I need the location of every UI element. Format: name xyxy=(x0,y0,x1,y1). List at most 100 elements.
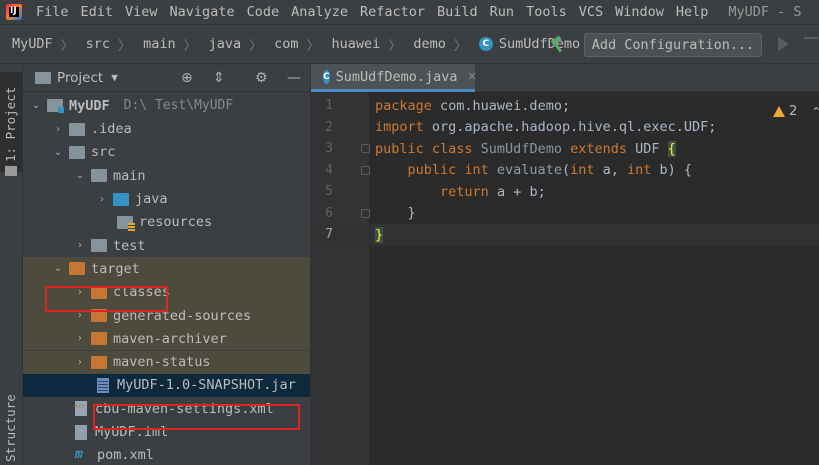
chevron-down-icon[interactable]: ▼ xyxy=(111,71,118,84)
resources-folder-icon xyxy=(117,215,135,231)
code-line[interactable]: 7} xyxy=(311,224,819,246)
collapse-all-icon[interactable]: ⇕ xyxy=(213,70,225,86)
chevron-right-icon: 〉 xyxy=(249,38,263,54)
chevron-down-icon[interactable]: ⌄ xyxy=(29,99,43,113)
tree-item-label: pom.xml xyxy=(97,447,154,464)
breadcrumb-huawei[interactable]: huawei 〉 xyxy=(320,35,402,54)
chevron-right-icon: 〉 xyxy=(60,38,74,54)
editor-tab-bar: C SumUdfDemo.java ✕ xyxy=(311,64,819,92)
chevron-right-icon[interactable]: › xyxy=(73,332,87,346)
breadcrumb-myudf[interactable]: MyUDF 〉 xyxy=(0,35,74,54)
chevron-right-icon[interactable]: › xyxy=(73,239,87,253)
tree-item-target[interactable]: ⌄ target xyxy=(23,257,310,281)
menu-file[interactable]: File xyxy=(30,4,75,20)
menu-build[interactable]: Build xyxy=(431,4,484,20)
tree-item-iml[interactable]: MyUDF.iml xyxy=(23,420,310,443)
project-tool-window-button[interactable]: 1: Project xyxy=(0,72,23,176)
tab-sumudfdemo[interactable]: C SumUdfDemo.java ✕ xyxy=(311,64,477,92)
code-line[interactable]: 2 import org.apache.hadoop.hive.ql.exec.U… xyxy=(311,117,819,139)
tree-item-label: java xyxy=(135,191,168,208)
project-icon xyxy=(35,71,51,84)
code-text: public class SumUdfDemo extends UDF { xyxy=(375,140,676,157)
menu-window[interactable]: Window xyxy=(609,4,670,20)
code-line[interactable]: 3 public class SumUdfDemo extends UDF { xyxy=(311,138,819,160)
menu-analyze[interactable]: Analyze xyxy=(285,4,354,20)
chevron-down-icon[interactable]: ⌄ xyxy=(73,169,87,183)
gear-icon[interactable]: ⚙ xyxy=(255,70,268,86)
excluded-folder-icon xyxy=(91,332,107,346)
breadcrumb-demo[interactable]: demo 〉 xyxy=(401,35,467,54)
build-hammer-icon[interactable] xyxy=(548,34,568,54)
fold-marker-icon[interactable] xyxy=(361,208,370,218)
breadcrumb-java[interactable]: java 〉 xyxy=(197,35,263,54)
tree-item-maven-status[interactable]: › maven-status xyxy=(23,350,310,374)
menu-navigate[interactable]: Navigate xyxy=(164,4,241,20)
tree-item-idea[interactable]: › .idea xyxy=(23,118,310,141)
tree-item-maven-archiver[interactable]: › maven-archiver xyxy=(23,327,310,351)
menu-code[interactable]: Code xyxy=(241,4,286,20)
breadcrumb-src[interactable]: src 〉 xyxy=(74,35,131,54)
tree-item-generated-sources[interactable]: › generated-sources xyxy=(23,303,310,328)
tree-item-label: test xyxy=(113,237,146,254)
chevron-down-icon[interactable]: ⌄ xyxy=(51,262,65,276)
tree-item-cbu-settings[interactable]: cbu-maven-settings.xml xyxy=(23,397,310,420)
tree-item-java[interactable]: › java xyxy=(23,187,310,210)
menu-run[interactable]: Run xyxy=(484,4,520,20)
fold-marker-icon[interactable] xyxy=(361,165,370,175)
tree-item-resources[interactable]: resources xyxy=(23,211,310,234)
tree-item-root[interactable]: ⌄ MyUDF D:\ Test\MyUDF xyxy=(23,94,310,117)
line-number: 1 xyxy=(325,98,333,114)
menu-bar: IJ File Edit View Navigate Code Analyze … xyxy=(0,0,819,24)
chevron-right-icon[interactable]: › xyxy=(51,122,65,136)
code-line[interactable]: 1 package com.huawei.demo; xyxy=(311,95,819,117)
code-line[interactable]: 6 } xyxy=(311,203,819,225)
run-icon[interactable] xyxy=(778,37,789,51)
excluded-folder-icon xyxy=(91,285,107,299)
tree-item-label: cbu-maven-settings.xml xyxy=(95,400,274,417)
code-text: } xyxy=(375,205,416,222)
tree-item-label: MyUDF.iml xyxy=(95,424,169,441)
chevron-right-icon[interactable]: › xyxy=(73,285,87,299)
structure-tool-window-button[interactable]: Structure xyxy=(0,384,23,464)
breadcrumb-com[interactable]: com 〉 xyxy=(262,35,319,54)
tree-item-label: generated-sources xyxy=(113,307,252,324)
chevron-down-icon[interactable]: ⌄ xyxy=(51,145,65,159)
chevron-right-icon: 〉 xyxy=(306,38,320,54)
locate-crosshair-icon[interactable]: ⊕ xyxy=(181,70,193,86)
tree-item-src[interactable]: ⌄ src xyxy=(23,141,310,164)
code-editor: C SumUdfDemo.java ✕ 1 package com.huawei.… xyxy=(311,64,819,465)
tree-item-classes[interactable]: › classes xyxy=(23,280,310,304)
jar-file-icon xyxy=(97,377,109,393)
minimize-icon[interactable]: — xyxy=(287,70,301,86)
menu-view[interactable]: View xyxy=(119,4,164,20)
panel-title[interactable]: Project xyxy=(57,70,103,86)
chevron-up-icon[interactable]: ⌃ xyxy=(811,105,819,119)
chevron-right-icon[interactable]: › xyxy=(73,355,87,369)
warning-icon xyxy=(773,106,785,117)
tree-item-label: main xyxy=(113,167,146,184)
tree-item-main[interactable]: ⌄ main xyxy=(23,164,310,187)
inspection-widget[interactable]: 2 ⌃ xyxy=(773,104,819,119)
code-text: } xyxy=(375,226,384,243)
debug-icon[interactable] xyxy=(804,37,818,51)
left-tool-strip: 1: Project Structure xyxy=(0,64,23,465)
chevron-right-icon[interactable]: › xyxy=(95,192,109,206)
chevron-right-icon[interactable]: › xyxy=(73,309,87,323)
fold-marker-icon[interactable] xyxy=(361,144,370,153)
tree-item-test[interactable]: › test xyxy=(23,234,310,257)
breadcrumb-main[interactable]: main 〉 xyxy=(131,35,197,54)
code-line[interactable]: 5 return a + b; xyxy=(311,181,819,203)
menu-edit[interactable]: Edit xyxy=(75,4,120,20)
tree-item-jar[interactable]: MyUDF-1.0-SNAPSHOT.jar xyxy=(23,373,310,398)
menu-refactor[interactable]: Refactor xyxy=(354,4,431,20)
menu-tools[interactable]: Tools xyxy=(520,4,573,20)
tree-item-pom[interactable]: m pom.xml xyxy=(23,444,310,465)
line-number: 5 xyxy=(325,184,333,200)
menu-vcs[interactable]: VCS xyxy=(573,4,609,20)
add-configuration-button[interactable]: Add Configuration... xyxy=(584,33,762,57)
tree-item-label: .idea xyxy=(91,121,132,138)
code-line[interactable]: 4 public int evaluate(int a, int b) { xyxy=(311,160,819,182)
tree-item-label: target xyxy=(91,260,140,277)
menu-help[interactable]: Help xyxy=(670,4,715,20)
close-icon[interactable]: ✕ xyxy=(468,70,477,83)
